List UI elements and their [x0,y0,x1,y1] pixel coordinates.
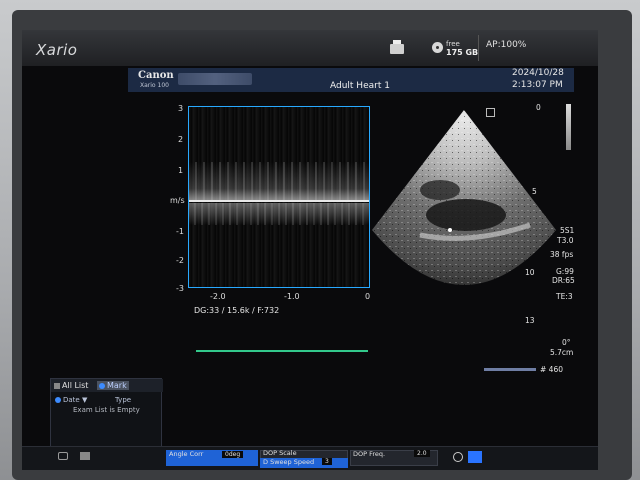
probe-name: 5S1 [560,226,575,235]
y-tick-1: 1 [178,166,184,175]
tgc-bar [566,104,571,150]
sweep-speed-label: D Sweep Speed [263,458,315,466]
exam-list-panel: All List Mark Date ▼ Type Exam List is E… [50,378,163,450]
print-icon[interactable] [80,452,90,460]
y-tick-2: 2 [178,135,184,144]
doppler-baseline [189,200,369,202]
dop-freq-value: 2.0 [414,450,430,457]
free-label: free [446,40,460,48]
dop-freq-label: DOP Freq. [353,450,386,458]
bmode-sector[interactable] [370,100,558,320]
frame-number: # 460 [540,365,563,374]
depth-mark-13: 13 [525,316,535,325]
frame-slider[interactable] [484,368,536,371]
angle-value: 0° [562,338,571,347]
ultrasound-screen: Xario free 175 GB AP:100% Canon Xario 10… [22,30,598,470]
x-tick-minus1: -1.0 [284,292,300,301]
exam-time: 2:13:07 PM [512,80,563,90]
free-space-value: 175 GB [446,48,479,57]
patient-name-redacted [178,73,252,85]
disk-icon [432,42,443,53]
te-value: TE:3 [556,292,573,301]
model-name: Xario 100 [140,82,169,89]
y-tick-neg2: -2 [176,256,184,265]
doppler-params: DG:33 / 15.6k / F:732 [194,306,280,315]
title-bar: Xario free 175 GB AP:100% [22,30,598,66]
checkbox-icon [54,382,60,389]
exam-date: 2024/10/28 [512,68,564,78]
exam-list-empty: Exam List is Empty [73,406,140,414]
frame-rate: 38 fps [550,250,574,259]
timeline-marker [196,350,368,352]
column-type[interactable]: Type [115,396,131,404]
y-tick-neg1: -1 [176,227,184,236]
y-tick-neg3: -3 [176,284,184,293]
angle-corr-label: Angle Corr [169,450,204,458]
dynamic-range: DR:65 [552,276,575,285]
spectrum-negative [189,203,369,225]
spectrum-positive [189,162,369,200]
camera-icon[interactable] [58,452,68,460]
tissue-harmonic: T3.0 [557,236,574,245]
angle-corr-value: 0deg [222,451,244,458]
depth-mark-5: 5 [532,187,537,196]
x-tick-minus2: -2.0 [210,292,226,301]
title-separator [478,35,479,61]
depth-mark-10: 10 [525,268,535,277]
mode-dial-icon[interactable] [453,452,463,462]
exam-list-tabs: All List Mark [51,379,163,392]
printer-icon[interactable] [390,40,404,54]
tab-mark[interactable]: Mark [97,381,129,390]
doppler-spectrum[interactable] [188,106,370,288]
acoustic-power: AP:100% [486,40,527,50]
dual-view-icon[interactable] [468,451,482,463]
brand-logo: Canon [138,70,174,81]
tab-all-list[interactable]: All List [54,381,88,390]
y-tick-3: 3 [178,104,184,113]
gain: G:99 [556,267,574,276]
cardiac-chamber [426,199,506,231]
velocity-unit: m/s [170,196,185,205]
probe-orientation-icon [486,108,495,117]
radio-icon [99,382,105,389]
radio-icon [55,397,61,403]
dop-scale-label: DOP Scale [263,449,297,457]
column-date[interactable]: Date ▼ [55,396,87,404]
sweep-speed-value: 3 [322,458,332,465]
exam-title: Adult Heart 1 [330,81,390,91]
depth-value: 5.7cm [550,348,574,357]
depth-top: 0 [536,103,541,112]
app-title: Xario [36,41,78,59]
